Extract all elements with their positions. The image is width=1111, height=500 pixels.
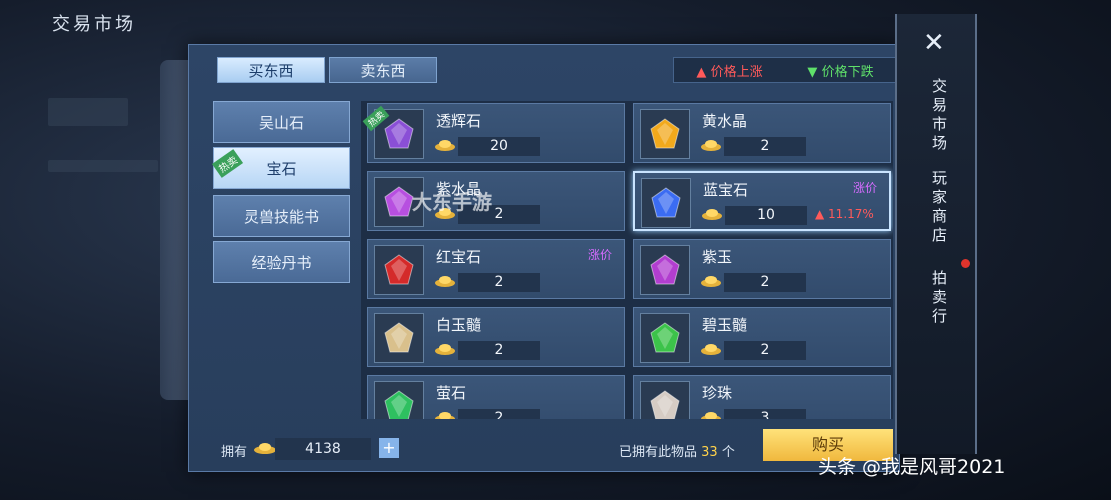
gem-icon bbox=[650, 322, 680, 353]
nav-player-shop[interactable]: 玩家商店 bbox=[929, 170, 950, 246]
item-price: 20 bbox=[458, 137, 540, 156]
background-decoration bbox=[48, 98, 128, 126]
item-price: 2 bbox=[458, 341, 540, 360]
close-icon[interactable]: ✕ bbox=[923, 28, 945, 58]
gem-icon bbox=[650, 390, 680, 419]
item-card[interactable]: 碧玉髓 2 bbox=[633, 307, 891, 367]
item-name: 紫玉 bbox=[702, 248, 733, 266]
owned-currency-value: 4138 bbox=[275, 438, 371, 460]
item-card[interactable]: 红宝石 2 涨价 bbox=[367, 239, 625, 299]
background-title: 交易市场 bbox=[52, 14, 136, 35]
add-currency-button[interactable]: + bbox=[379, 438, 399, 458]
item-name: 红宝石 bbox=[436, 248, 482, 266]
gem-icon bbox=[384, 390, 414, 419]
item-card[interactable]: 紫水晶 2 bbox=[367, 171, 625, 231]
item-name: 透辉石 bbox=[436, 112, 482, 130]
gem-icon bbox=[651, 187, 681, 218]
gold-ingot-icon bbox=[435, 140, 455, 151]
gold-ingot-icon bbox=[701, 276, 721, 287]
gold-ingot-icon bbox=[254, 443, 276, 454]
gold-ingot-icon bbox=[435, 412, 455, 419]
bottom-bar: 拥有 4138 + 已拥有此物品 33 个 购买 bbox=[189, 429, 901, 473]
item-card[interactable]: 蓝宝石 10 涨价 ▲ 11.17% bbox=[633, 171, 891, 231]
item-icon-frame bbox=[640, 245, 690, 295]
hot-tag: 热卖 bbox=[212, 149, 244, 178]
item-price: 2 bbox=[724, 341, 806, 360]
category-label: 宝石 bbox=[266, 159, 297, 178]
price-legend: ▲ 价格上涨 ▼ 价格下跌 bbox=[673, 57, 897, 83]
category-gems[interactable]: 宝石 热卖 bbox=[212, 147, 350, 189]
item-card[interactable]: 珍珠 3 bbox=[633, 375, 891, 419]
category-exp-books[interactable]: 经验丹书 bbox=[213, 241, 350, 283]
gold-ingot-icon bbox=[701, 412, 721, 419]
price-down-legend: ▼ 价格下跌 bbox=[807, 64, 874, 80]
item-price: 2 bbox=[724, 273, 806, 292]
item-icon-frame bbox=[640, 381, 690, 419]
item-grid: 透辉石 20 热卖 黄水晶 2 紫水晶 2 蓝宝石 10 涨价 ▲ 11.17%… bbox=[361, 101, 893, 419]
item-price: 2 bbox=[458, 273, 540, 292]
item-card[interactable]: 黄水晶 2 bbox=[633, 103, 891, 163]
price-tag: 涨价 bbox=[852, 181, 877, 195]
gold-ingot-icon bbox=[702, 209, 722, 220]
gem-icon bbox=[384, 322, 414, 353]
credit-text: 头条 @我是风哥2021 bbox=[818, 456, 1006, 478]
gold-ingot-icon bbox=[435, 344, 455, 355]
item-card[interactable]: 紫玉 2 bbox=[633, 239, 891, 299]
item-name: 珍珠 bbox=[702, 384, 733, 402]
trade-panel: 买东西 卖东西 ▲ 价格上涨 ▼ 价格下跌 吴山石 宝石 热卖 灵兽技能书 经验… bbox=[188, 44, 900, 472]
item-name: 碧玉髓 bbox=[702, 316, 748, 334]
item-icon-frame bbox=[374, 245, 424, 295]
item-name: 蓝宝石 bbox=[703, 181, 749, 199]
category-pet-skill-books[interactable]: 灵兽技能书 bbox=[213, 195, 350, 237]
price-tag: 涨价 bbox=[587, 248, 612, 262]
item-price: 3 bbox=[724, 409, 806, 419]
item-card[interactable]: 白玉髓 2 bbox=[367, 307, 625, 367]
gem-icon bbox=[384, 186, 414, 217]
notification-dot bbox=[961, 259, 970, 268]
price-up-legend: ▲ 价格上涨 bbox=[696, 64, 763, 80]
price-change: ▲ 11.17% bbox=[815, 207, 874, 221]
item-price: 2 bbox=[724, 137, 806, 156]
item-name: 黄水晶 bbox=[702, 112, 748, 130]
item-icon-frame bbox=[374, 313, 424, 363]
item-icon-frame bbox=[640, 109, 690, 159]
background-decoration bbox=[48, 160, 158, 172]
item-price: 10 bbox=[725, 206, 807, 225]
item-card[interactable]: 萤石 2 bbox=[367, 375, 625, 419]
right-navigation: ✕ 交易市场 玩家商店 拍卖行 bbox=[895, 14, 977, 454]
item-icon-frame bbox=[640, 313, 690, 363]
gem-icon bbox=[384, 254, 414, 285]
item-name: 白玉髓 bbox=[436, 316, 482, 334]
gem-icon bbox=[650, 118, 680, 149]
item-price: 2 bbox=[458, 409, 540, 419]
nav-auction-house[interactable]: 拍卖行 bbox=[929, 270, 950, 327]
gem-icon bbox=[650, 254, 680, 285]
gold-ingot-icon bbox=[701, 140, 721, 151]
tab-sell[interactable]: 卖东西 bbox=[329, 57, 437, 83]
owned-item-count: 已拥有此物品 33 个 bbox=[619, 445, 735, 460]
item-icon-frame bbox=[374, 381, 424, 419]
nav-trade-market[interactable]: 交易市场 bbox=[929, 78, 950, 154]
owned-label: 拥有 bbox=[221, 445, 248, 460]
gold-ingot-icon bbox=[435, 276, 455, 287]
watermark: 大东手游 bbox=[412, 190, 492, 214]
gold-ingot-icon bbox=[701, 344, 721, 355]
item-name: 萤石 bbox=[436, 384, 467, 402]
gem-icon bbox=[384, 118, 414, 149]
category-wushan-stone[interactable]: 吴山石 bbox=[213, 101, 350, 143]
item-icon-frame bbox=[641, 178, 691, 228]
tab-buy[interactable]: 买东西 bbox=[217, 57, 325, 83]
item-card[interactable]: 透辉石 20 热卖 bbox=[362, 103, 625, 163]
